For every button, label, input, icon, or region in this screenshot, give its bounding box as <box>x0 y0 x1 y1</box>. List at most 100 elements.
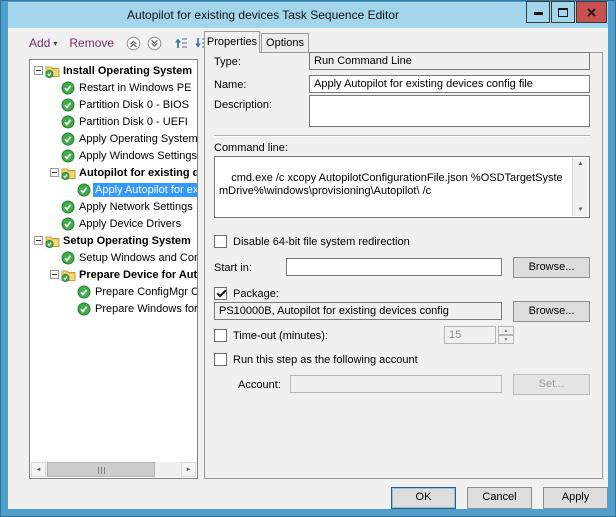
tree-item[interactable]: Apply Operating System <box>30 130 197 147</box>
group-folder-icon <box>61 267 77 282</box>
package-checkbox[interactable] <box>214 287 227 300</box>
remove-button-label: Remove <box>69 36 114 50</box>
chevron-down-circle-icon <box>147 36 162 51</box>
account-field <box>290 375 502 393</box>
tree-expander-icon[interactable] <box>34 236 43 245</box>
close-button[interactable] <box>576 1 607 23</box>
set-account-button[interactable]: Set... <box>513 374 590 395</box>
timeout-spinner: ▲ ▼ <box>498 326 514 344</box>
spin-up-icon[interactable]: ▲ <box>498 326 514 335</box>
step-check-icon <box>61 97 77 112</box>
tree-item-label: Autopilot for existing devices <box>77 166 197 180</box>
minimize-button[interactable] <box>526 1 550 23</box>
window-title: Autopilot for existing devices Task Sequ… <box>8 8 518 22</box>
cancel-button[interactable]: Cancel <box>467 487 532 509</box>
tree-item-label: Setup Operating System <box>61 234 197 248</box>
run-as-checkbox[interactable] <box>214 353 227 366</box>
tree-item[interactable]: Prepare Windows for Capture <box>30 300 197 317</box>
chevron-down-icon: ▾ <box>53 39 57 48</box>
start-in-browse-button[interactable]: Browse... <box>513 257 590 278</box>
command-line-scrollbar[interactable]: ▲ ▼ <box>572 158 588 216</box>
start-in-label: Start in: <box>214 262 252 274</box>
name-label: Name: <box>214 79 246 91</box>
command-line-text: cmd.exe /c xcopy AutopilotConfigurationF… <box>219 172 563 197</box>
disable-redirection-checkbox[interactable] <box>214 235 227 248</box>
move-down-button[interactable] <box>147 36 162 51</box>
step-check-icon <box>61 80 77 95</box>
scroll-down-icon[interactable]: ▼ <box>573 204 588 216</box>
maximize-button[interactable] <box>551 1 575 23</box>
package-browse-button[interactable]: Browse... <box>513 301 590 322</box>
move-up-button[interactable] <box>126 36 141 51</box>
tab-properties[interactable]: Properties <box>204 31 260 53</box>
tree-expander-icon[interactable] <box>50 270 59 279</box>
maximize-icon <box>558 8 568 17</box>
description-input[interactable] <box>309 95 590 127</box>
add-button[interactable]: Add ▾ <box>29 36 57 50</box>
tree-item-label: Install Operating System <box>61 64 197 78</box>
run-as-label[interactable]: Run this step as the following account <box>233 354 418 366</box>
tree-item-label: Prepare Windows for Capture <box>93 302 197 316</box>
step-check-icon <box>61 131 77 146</box>
step-check-icon <box>61 148 77 163</box>
tree-item[interactable]: Apply Autopilot for existing devices con… <box>30 181 197 198</box>
type-label: Type: <box>214 56 241 68</box>
timeout-input: 15 <box>444 326 496 344</box>
tree-horizontal-scrollbar[interactable]: ◄ ► <box>31 462 196 477</box>
apply-button[interactable]: Apply <box>543 487 608 509</box>
scrollbar-thumb[interactable] <box>47 462 155 477</box>
close-icon <box>586 7 597 18</box>
step-check-icon <box>61 114 77 129</box>
name-input[interactable]: Apply Autopilot for existing devices con… <box>309 75 590 93</box>
disable-redirection-label[interactable]: Disable 64-bit file system redirection <box>233 236 410 248</box>
chevron-up-circle-icon <box>126 36 141 51</box>
titlebar: Autopilot for existing devices Task Sequ… <box>8 2 608 28</box>
tree-expander-icon[interactable] <box>34 66 43 75</box>
tree-item-label: Prepare Device for Autopilot <box>77 268 197 282</box>
tree-item[interactable]: Restart in Windows PE <box>30 79 197 96</box>
tree-item[interactable]: Apply Network Settings <box>30 198 197 215</box>
tree-item[interactable]: Apply Windows Settings <box>30 147 197 164</box>
timeout-checkbox[interactable] <box>214 329 227 342</box>
tree-item-label: Prepare ConfigMgr Client for Capture <box>93 285 197 299</box>
minimize-icon <box>534 12 543 15</box>
group-folder-icon <box>61 165 77 180</box>
scroll-left-icon[interactable]: ◄ <box>31 462 46 477</box>
spin-down-icon[interactable]: ▼ <box>498 335 514 344</box>
tree-promote-icon <box>174 36 188 50</box>
step-check-icon <box>61 216 77 231</box>
remove-button[interactable]: Remove <box>69 36 114 50</box>
ok-button[interactable]: OK <box>391 487 456 509</box>
tree-item[interactable]: Setup Operating System <box>30 232 197 249</box>
group-folder-icon <box>45 233 61 248</box>
scroll-right-icon[interactable]: ► <box>181 462 196 477</box>
tree-item-label: Partition Disk 0 - UEFI <box>77 115 197 129</box>
footer: OK Cancel Apply <box>1 487 615 509</box>
start-in-input[interactable] <box>286 258 502 276</box>
command-line-input[interactable]: cmd.exe /c xcopy AutopilotConfigurationF… <box>214 156 590 218</box>
promote-item-button[interactable] <box>174 36 188 50</box>
step-check-icon <box>77 301 93 316</box>
section-divider <box>214 135 590 137</box>
account-label: Account: <box>238 379 281 391</box>
tree-item[interactable]: Partition Disk 0 - BIOS <box>30 96 197 113</box>
tree-item-label: Apply Operating System <box>77 132 197 146</box>
tree-item[interactable]: Setup Windows and Configuration <box>30 249 197 266</box>
tab-options[interactable]: Options <box>261 33 309 53</box>
tree-item-label: Apply Device Drivers <box>77 217 197 231</box>
package-label[interactable]: Package: <box>233 288 279 300</box>
tree-item[interactable]: Prepare Device for Autopilot <box>30 266 197 283</box>
add-button-label: Add <box>29 36 50 50</box>
type-field: Run Command Line <box>309 52 590 70</box>
tree-items: Install Operating System Restart in Wind… <box>30 62 197 461</box>
tree-expander-icon[interactable] <box>50 168 59 177</box>
timeout-label[interactable]: Time-out (minutes): <box>233 330 328 342</box>
tree-item[interactable]: Autopilot for existing devices <box>30 164 197 181</box>
tree-item[interactable]: Prepare ConfigMgr Client for Capture <box>30 283 197 300</box>
step-check-icon <box>61 199 77 214</box>
tree-item[interactable]: Partition Disk 0 - UEFI <box>30 113 197 130</box>
task-sequence-tree: Install Operating System Restart in Wind… <box>29 59 198 479</box>
tree-item[interactable]: Install Operating System <box>30 62 197 79</box>
scroll-up-icon[interactable]: ▲ <box>573 158 588 170</box>
tree-item[interactable]: Apply Device Drivers <box>30 215 197 232</box>
